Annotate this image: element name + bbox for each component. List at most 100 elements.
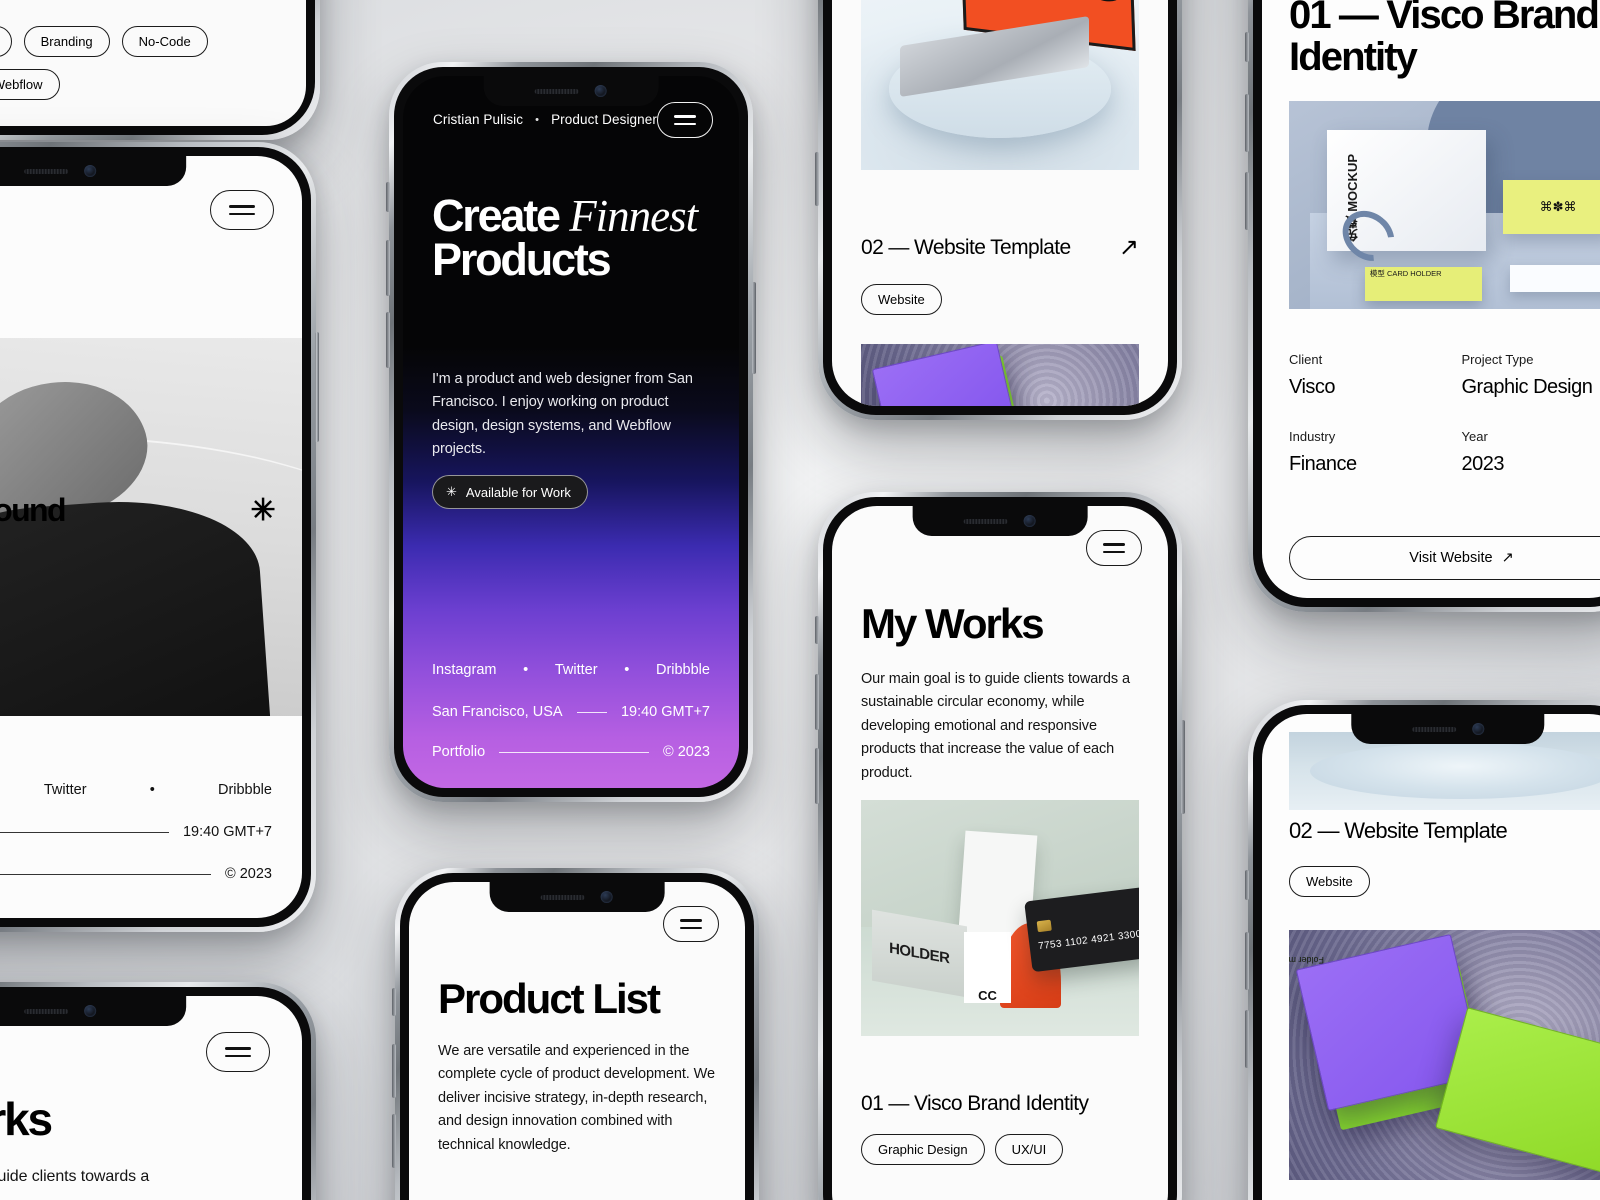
mute-switch[interactable] xyxy=(1245,32,1249,62)
volume-down-button[interactable] xyxy=(815,748,819,804)
divider-rule xyxy=(0,831,169,833)
phone-screen-works-list: Mockups 16 02 — Website Template ↗ Websi… xyxy=(832,0,1168,406)
error-caption: Page Not Found xyxy=(0,492,67,528)
laptop-mockup-artwork: Mockups 16 xyxy=(861,0,1139,170)
tag-chip[interactable]: UX/UI xyxy=(994,1134,1064,1165)
phone-bezel: 404 ✳ Page Not Found ✳ I xyxy=(0,147,311,927)
hamburger-menu-icon[interactable] xyxy=(657,102,713,138)
front-camera xyxy=(601,891,613,903)
phone-screen-bottom-right: 02 — Website Template ↗ Website Folder m… xyxy=(1262,714,1600,1200)
meta-item-year: Year 2023 xyxy=(1462,429,1600,476)
mute-switch[interactable] xyxy=(1245,870,1249,900)
project-tags: Website xyxy=(861,284,942,315)
card-number: 7753 1102 4921 3300 xyxy=(1037,929,1139,954)
social-link-dribbble[interactable]: Dribbble xyxy=(218,782,272,798)
project-title-row[interactable]: 02 — Website Template ↗ xyxy=(861,236,1139,260)
copyright: © 2023 xyxy=(663,744,710,760)
phone-bezel: 02 — Website Template ↗ Website Folder m… xyxy=(1253,705,1600,1200)
hamburger-menu-icon[interactable] xyxy=(663,906,719,942)
asterisk-icon: ✳ xyxy=(250,494,275,527)
mute-switch[interactable] xyxy=(815,616,819,644)
tag-chip[interactable]: Graphic Design xyxy=(0,26,12,57)
tag-chip[interactable]: Webflow xyxy=(0,69,60,100)
meta-key: Year xyxy=(1461,429,1488,444)
social-link-twitter[interactable]: Twitter xyxy=(44,782,87,798)
credit-card: 7753 1102 4921 3300 xyxy=(1023,887,1139,973)
project-thumbnail-laptop[interactable]: Mockups 16 xyxy=(861,0,1139,170)
meta-item-project-type: Project Type Graphic Design xyxy=(1462,352,1600,399)
volume-down-button[interactable] xyxy=(392,1114,396,1168)
project-title[interactable]: 01 — Visco Brand Identity xyxy=(861,1092,1139,1116)
phone-notch xyxy=(912,506,1088,536)
earpiece-speaker xyxy=(23,1008,68,1014)
power-button[interactable] xyxy=(1181,720,1185,814)
volume-up-button[interactable] xyxy=(815,674,819,730)
phone-screen-my-works: My Works Our main goal is to guide clien… xyxy=(832,506,1168,1200)
command-glyph-card: ⌘✽⌘ xyxy=(1502,180,1600,235)
folder-label: Folder mockup xyxy=(1289,955,1324,965)
front-camera xyxy=(1472,723,1484,735)
mute-switch[interactable] xyxy=(392,988,396,1016)
earpiece-speaker xyxy=(964,518,1008,524)
available-for-work-button[interactable]: ✳ Available for Work xyxy=(432,475,588,509)
tag-chip[interactable]: Website xyxy=(1289,866,1370,897)
power-button[interactable] xyxy=(752,282,756,374)
volume-up-button[interactable] xyxy=(392,1044,396,1098)
project-thumbnail-cards[interactable]: HOLDER CC 7753 1102 4921 3300 xyxy=(861,800,1139,1036)
separator-dot: • xyxy=(149,782,155,798)
volume-down-button[interactable] xyxy=(386,312,390,368)
project-title-row[interactable]: 02 — Website Template ↗ xyxy=(1289,818,1600,844)
meta-key: Project Type xyxy=(1461,352,1534,367)
volume-down-button[interactable] xyxy=(1245,172,1249,230)
volume-up-button[interactable] xyxy=(1245,94,1249,152)
page-paragraph: We are versatile and experienced in the … xyxy=(438,1043,715,1153)
available-label: Available for Work xyxy=(465,484,571,500)
social-link-twitter[interactable]: Twitter xyxy=(555,662,598,678)
phone-screen-hero: Cristian Pulisic • Product Designer Crea… xyxy=(403,76,739,788)
social-link-dribbble[interactable]: Dribbble xyxy=(656,662,710,678)
power-button[interactable] xyxy=(315,332,319,442)
phone-notch xyxy=(0,996,186,1026)
project-thumbnail-folder[interactable]: Folder mockup xyxy=(1289,930,1600,1180)
volume-down-button[interactable] xyxy=(1245,1010,1249,1068)
portfolio-row: Portfolio © 2023 xyxy=(0,866,272,882)
tag-chip[interactable]: Graphic Design xyxy=(861,1134,985,1165)
volume-down-button[interactable] xyxy=(815,152,819,206)
page-title: Product List xyxy=(438,975,661,1022)
footer-404: Instagram • Twitter • Dribbble San Franc… xyxy=(0,782,272,882)
social-links: Instagram • Twitter • Dribbble xyxy=(432,662,710,678)
visit-website-button[interactable]: Visit Website ↗ xyxy=(1289,536,1600,580)
earpiece-speaker xyxy=(1412,726,1456,732)
arrow-up-right-icon: ↗ xyxy=(1501,549,1514,566)
tag-chip[interactable]: Website xyxy=(861,284,942,315)
phone-screen-404: 404 ✳ Page Not Found ✳ I xyxy=(0,156,302,918)
copyright: © 2023 xyxy=(225,866,272,882)
phone-mockup-404: 404 ✳ Page Not Found ✳ I xyxy=(0,142,319,932)
page-title: My Works xyxy=(861,600,1045,647)
volume-up-button[interactable] xyxy=(386,240,390,296)
location-label: San Francisco, USA xyxy=(432,704,563,720)
earpiece-speaker xyxy=(535,88,579,94)
visit-website-label: Visit Website xyxy=(1409,550,1493,566)
showcase-canvas: Graphic Design Branding No-Code Framer W… xyxy=(0,0,1600,1200)
phone-bezel: Product List We are versatile and experi… xyxy=(400,873,754,1200)
hamburger-menu-icon[interactable] xyxy=(206,1032,270,1072)
tag-chip[interactable]: No-Code xyxy=(121,26,208,57)
tag-chip[interactable]: Branding xyxy=(23,26,110,57)
arrow-up-right-icon[interactable]: ↗ xyxy=(1119,236,1139,260)
social-link-instagram[interactable]: Instagram xyxy=(432,662,496,678)
phone-notch xyxy=(483,76,659,106)
project-thumbnail-folder[interactable] xyxy=(861,344,1139,406)
local-time: 19:40 GMT+7 xyxy=(620,704,710,720)
divider-rule xyxy=(576,711,607,713)
hamburger-menu-icon[interactable] xyxy=(210,190,274,230)
mute-switch[interactable] xyxy=(386,182,390,212)
local-time: 19:40 GMT+7 xyxy=(182,824,272,840)
volume-up-button[interactable] xyxy=(1245,932,1249,990)
phone-bezel: Cristian Pulisic • Product Designer Crea… xyxy=(394,67,748,797)
front-camera xyxy=(83,165,96,177)
hamburger-menu-icon[interactable] xyxy=(1086,530,1142,566)
location-row: San Francisco, USA 19:40 GMT+7 xyxy=(0,824,272,840)
brand-bar: Cristian Pulisic • Product Designer xyxy=(433,112,657,127)
page-title: My Works xyxy=(0,1093,53,1145)
